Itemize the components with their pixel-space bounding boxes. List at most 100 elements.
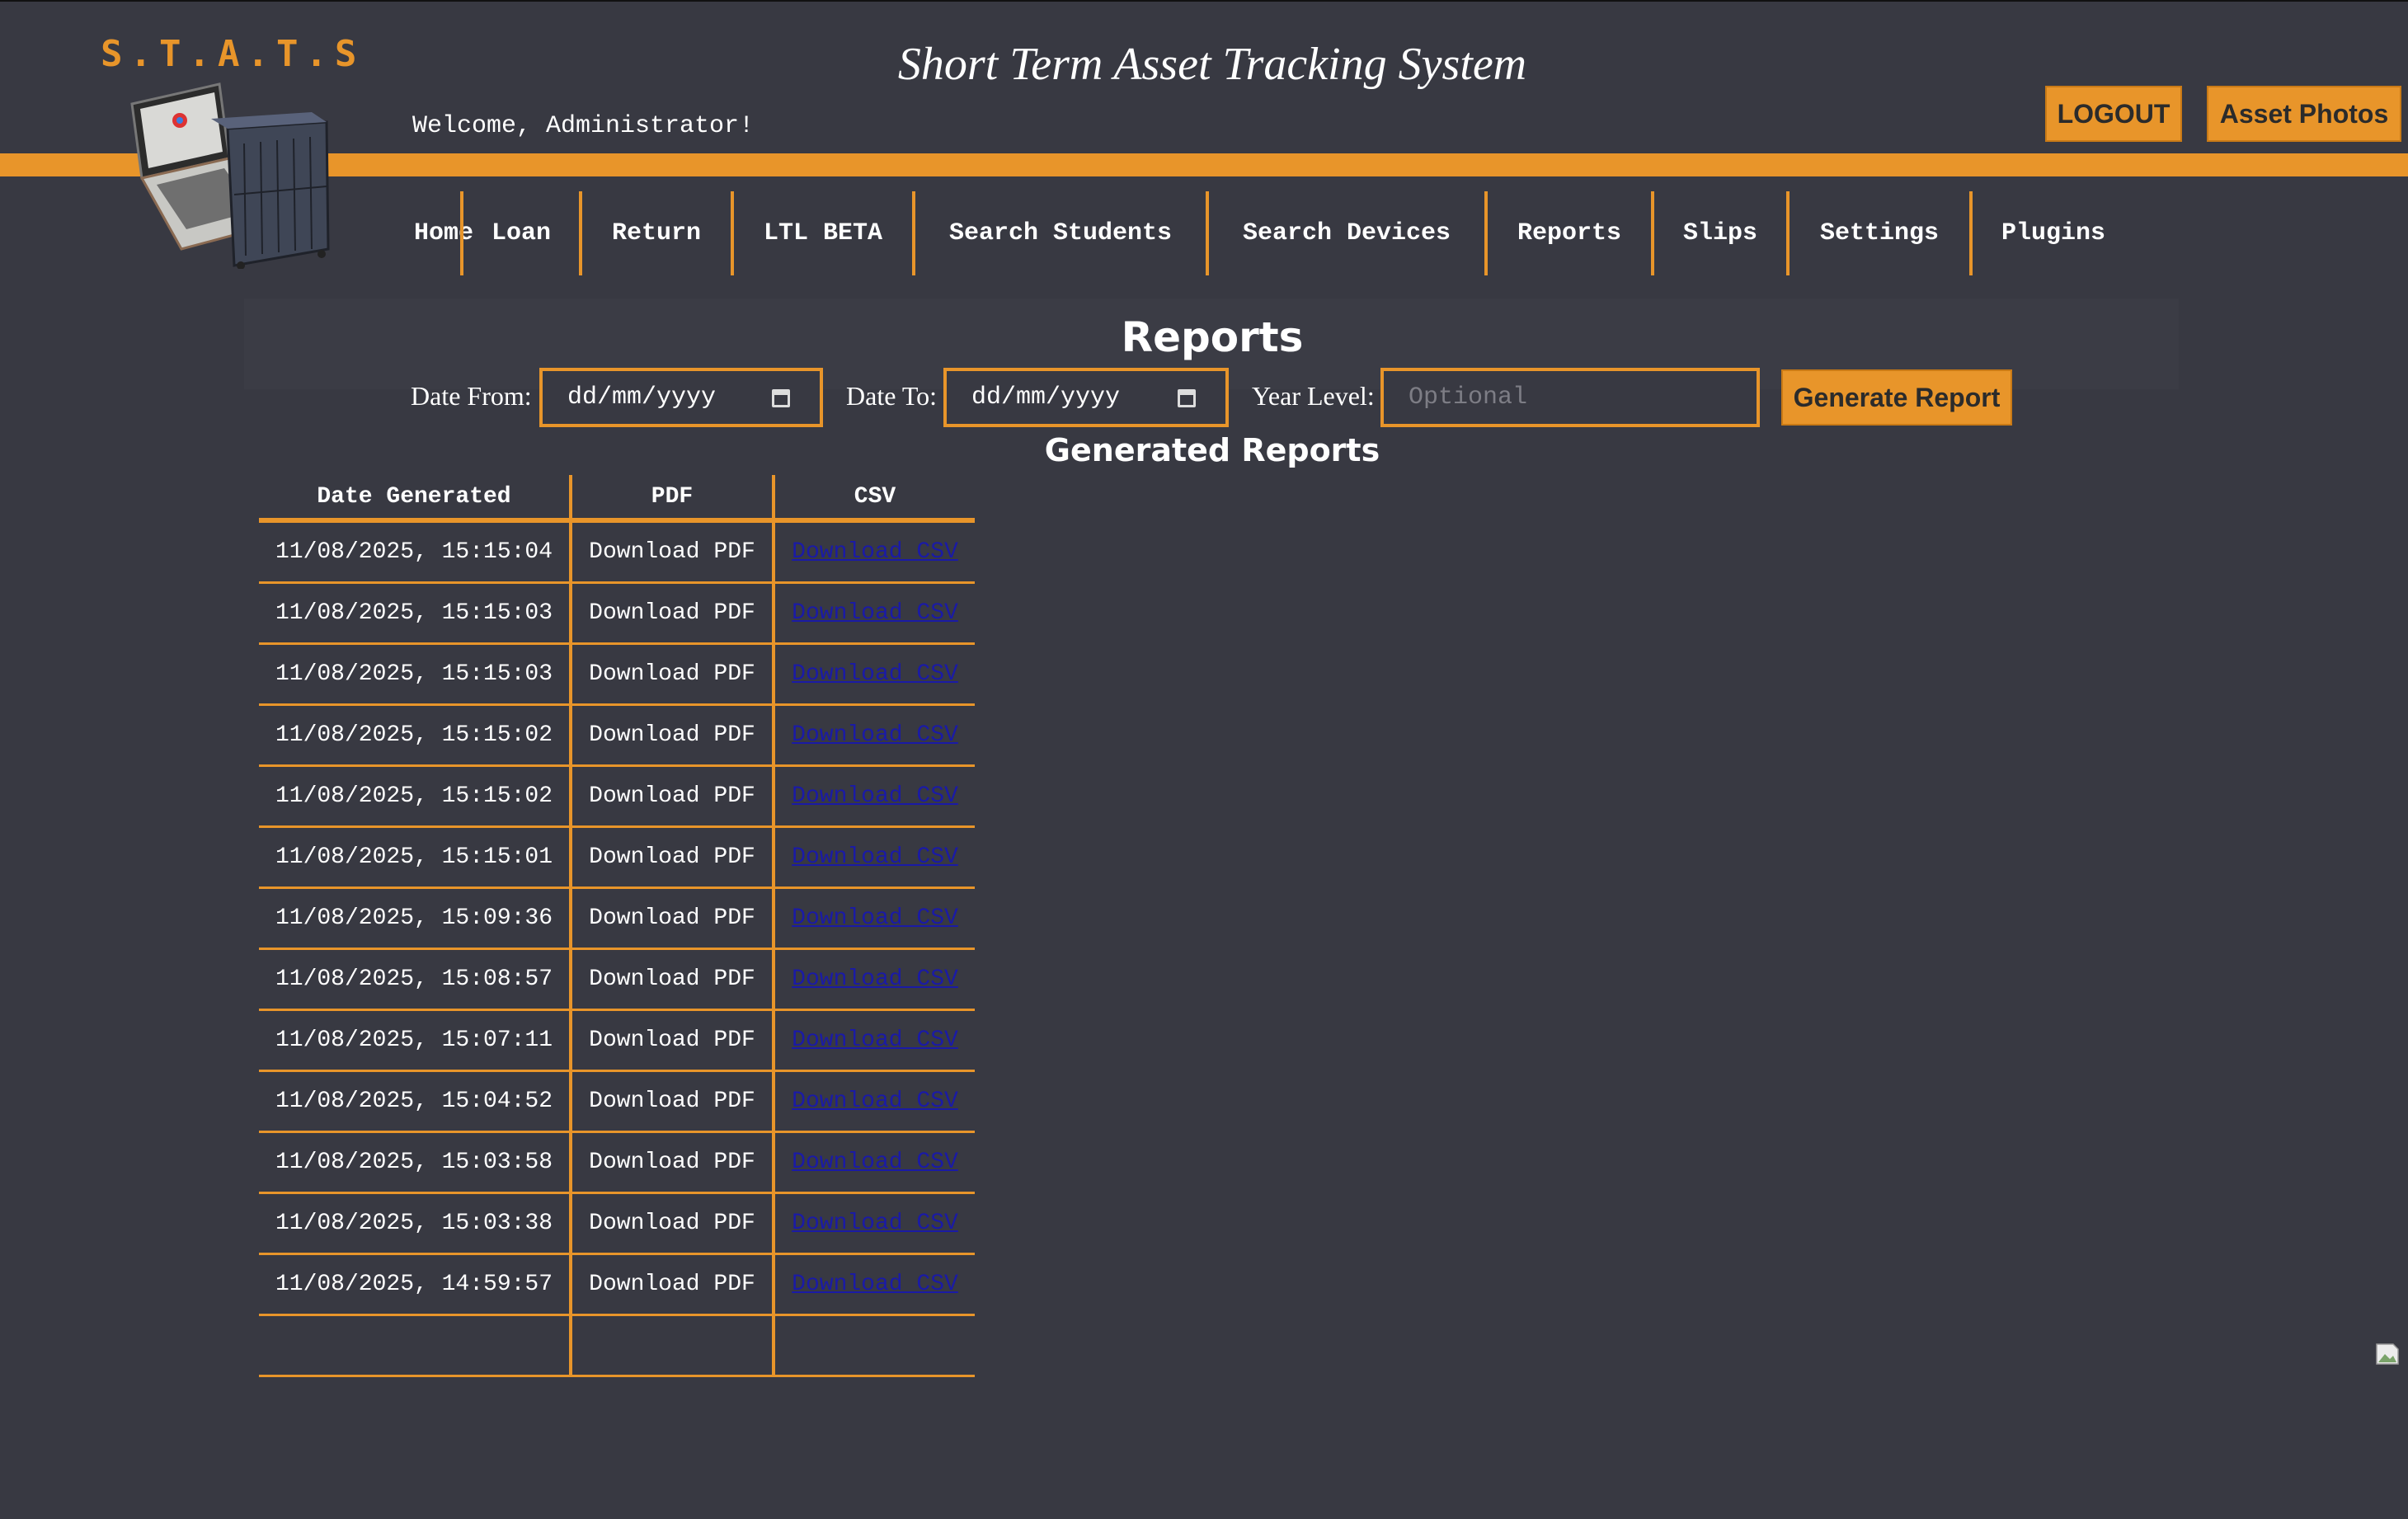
table-row: 11/08/2025, 15:07:11 Download PDF Download… bbox=[259, 1009, 975, 1072]
download-pdf-cell[interactable]: Download PDF bbox=[569, 704, 774, 767]
csv-cell: Download CSV bbox=[772, 1192, 975, 1255]
date-from-input[interactable]: dd/mm/yyyy bbox=[539, 368, 823, 427]
csv-cell: Download CSV bbox=[772, 1070, 975, 1133]
download-csv-link[interactable]: Download CSV bbox=[792, 905, 958, 931]
table-footer-spacer bbox=[259, 1314, 975, 1377]
site-title: Short Term Asset Tracking System bbox=[897, 39, 1527, 90]
table-row: 11/08/2025, 15:15:01 Download PDF Download… bbox=[259, 826, 975, 889]
download-csv-link[interactable]: Download CSV bbox=[792, 966, 958, 992]
spacer-cell bbox=[772, 1314, 975, 1377]
date-to-value: dd/mm/yyyy bbox=[971, 383, 1121, 411]
logout-button[interactable]: LOGOUT bbox=[2045, 86, 2182, 142]
nav-reports[interactable]: Reports bbox=[1484, 191, 1651, 275]
date-generated-cell: 11/08/2025, 15:04:52 bbox=[259, 1070, 571, 1133]
nav-return[interactable]: Return bbox=[579, 191, 731, 275]
download-pdf-cell[interactable]: Download PDF bbox=[569, 1009, 774, 1072]
csv-cell: Download CSV bbox=[772, 704, 975, 767]
nav-search-devices[interactable]: Search Devices bbox=[1206, 191, 1484, 275]
download-pdf-cell[interactable]: Download PDF bbox=[569, 582, 774, 645]
table-row: 11/08/2025, 15:15:04 Download PDF Download… bbox=[259, 520, 975, 584]
date-generated-cell: 11/08/2025, 15:03:58 bbox=[259, 1131, 571, 1194]
csv-cell: Download CSV bbox=[772, 765, 975, 828]
date-from-value: dd/mm/yyyy bbox=[567, 383, 717, 411]
download-pdf-cell[interactable]: Download PDF bbox=[569, 520, 774, 584]
download-csv-link[interactable]: Download CSV bbox=[792, 600, 958, 626]
nav-plugins[interactable]: Plugins bbox=[1969, 191, 2134, 275]
table-row: 11/08/2025, 15:08:57 Download PDF Download… bbox=[259, 948, 975, 1011]
nav-slips[interactable]: Slips bbox=[1651, 191, 1786, 275]
top-border bbox=[0, 0, 2408, 2]
csv-cell: Download CSV bbox=[772, 1253, 975, 1316]
date-to-label: Date To: bbox=[846, 381, 938, 411]
date-generated-cell: 11/08/2025, 15:15:02 bbox=[259, 704, 571, 767]
nav-loan[interactable]: Loan bbox=[460, 191, 579, 275]
download-csv-link[interactable]: Download CSV bbox=[792, 722, 958, 748]
date-generated-cell: 11/08/2025, 14:59:57 bbox=[259, 1253, 571, 1316]
csv-cell: Download CSV bbox=[772, 887, 975, 950]
spacer-cell bbox=[569, 1314, 774, 1377]
csv-cell: Download CSV bbox=[772, 643, 975, 706]
table-row: 11/08/2025, 15:15:03 Download PDF Download… bbox=[259, 643, 975, 706]
spacer-cell bbox=[259, 1314, 571, 1377]
nav-settings[interactable]: Settings bbox=[1786, 191, 1969, 275]
csv-cell: Download CSV bbox=[772, 826, 975, 889]
date-generated-cell: 11/08/2025, 15:15:03 bbox=[259, 582, 571, 645]
date-to-input[interactable]: dd/mm/yyyy bbox=[943, 368, 1229, 427]
download-pdf-cell[interactable]: Download PDF bbox=[569, 948, 774, 1011]
table-row: 11/08/2025, 15:03:38 Download PDF Download… bbox=[259, 1192, 975, 1255]
download-pdf-cell[interactable]: Download PDF bbox=[569, 643, 774, 706]
reports-table: Date Generated PDF CSV 11/08/2025, 15:15… bbox=[259, 475, 975, 1377]
column-header-csv: CSV bbox=[772, 475, 975, 523]
page-title: Reports bbox=[1121, 313, 1304, 361]
table-row: 11/08/2025, 15:15:02 Download PDF Download… bbox=[259, 765, 975, 828]
download-csv-link[interactable]: Download CSV bbox=[792, 1089, 958, 1114]
date-generated-cell: 11/08/2025, 15:09:36 bbox=[259, 887, 571, 950]
column-header-date: Date Generated bbox=[259, 475, 571, 523]
calendar-icon[interactable] bbox=[1178, 389, 1196, 407]
download-csv-link[interactable]: Download CSV bbox=[792, 539, 958, 565]
asset-photos-button[interactable]: Asset Photos bbox=[2207, 86, 2401, 142]
download-csv-link[interactable]: Download CSV bbox=[792, 661, 958, 687]
csv-cell: Download CSV bbox=[772, 520, 975, 584]
table-row: 11/08/2025, 15:15:02 Download PDF Download… bbox=[259, 704, 975, 767]
main-nav: Home Loan Return LTL BETA Search Student… bbox=[399, 191, 2134, 275]
table-row: 11/08/2025, 15:03:58 Download PDF Download… bbox=[259, 1131, 975, 1194]
download-pdf-cell[interactable]: Download PDF bbox=[569, 887, 774, 950]
date-generated-cell: 11/08/2025, 15:15:02 bbox=[259, 765, 571, 828]
date-generated-cell: 11/08/2025, 15:15:03 bbox=[259, 643, 571, 706]
download-pdf-cell[interactable]: Download PDF bbox=[569, 1253, 774, 1316]
table-row: 11/08/2025, 15:04:52 Download PDF Download… bbox=[259, 1070, 975, 1133]
nav-ltl-beta[interactable]: LTL BETA bbox=[731, 191, 912, 275]
csv-cell: Download CSV bbox=[772, 1009, 975, 1072]
csv-cell: Download CSV bbox=[772, 582, 975, 645]
generated-reports-title: Generated Reports bbox=[1044, 432, 1380, 468]
table-row: 11/08/2025, 15:15:03 Download PDF Download… bbox=[259, 582, 975, 645]
date-generated-cell: 11/08/2025, 15:15:04 bbox=[259, 520, 571, 584]
date-generated-cell: 11/08/2025, 15:15:01 bbox=[259, 826, 571, 889]
download-csv-link[interactable]: Download CSV bbox=[792, 1272, 958, 1297]
download-pdf-cell[interactable]: Download PDF bbox=[569, 1192, 774, 1255]
header-accent-bar bbox=[0, 153, 2408, 176]
nav-home[interactable]: Home bbox=[399, 191, 473, 275]
year-level-input[interactable] bbox=[1380, 368, 1760, 427]
table-row: 11/08/2025, 14:59:57 Download PDF Download… bbox=[259, 1253, 975, 1316]
welcome-message: Welcome, Administrator! bbox=[412, 112, 755, 140]
date-generated-cell: 11/08/2025, 15:03:38 bbox=[259, 1192, 571, 1255]
calendar-icon[interactable] bbox=[772, 389, 790, 407]
csv-cell: Download CSV bbox=[772, 948, 975, 1011]
generate-report-button[interactable]: Generate Report bbox=[1781, 369, 2012, 426]
download-pdf-cell[interactable]: Download PDF bbox=[569, 1070, 774, 1133]
download-csv-link[interactable]: Download CSV bbox=[792, 783, 958, 809]
broken-image-icon bbox=[2376, 1343, 2399, 1365]
date-generated-cell: 11/08/2025, 15:08:57 bbox=[259, 948, 571, 1011]
download-pdf-cell[interactable]: Download PDF bbox=[569, 1131, 774, 1194]
download-csv-link[interactable]: Download CSV bbox=[792, 1211, 958, 1236]
download-csv-link[interactable]: Download CSV bbox=[792, 844, 958, 870]
download-pdf-cell[interactable]: Download PDF bbox=[569, 826, 774, 889]
csv-cell: Download CSV bbox=[772, 1131, 975, 1194]
download-csv-link[interactable]: Download CSV bbox=[792, 1028, 958, 1053]
download-csv-link[interactable]: Download CSV bbox=[792, 1150, 958, 1175]
download-pdf-cell[interactable]: Download PDF bbox=[569, 765, 774, 828]
nav-search-students[interactable]: Search Students bbox=[912, 191, 1206, 275]
date-generated-cell: 11/08/2025, 15:07:11 bbox=[259, 1009, 571, 1072]
